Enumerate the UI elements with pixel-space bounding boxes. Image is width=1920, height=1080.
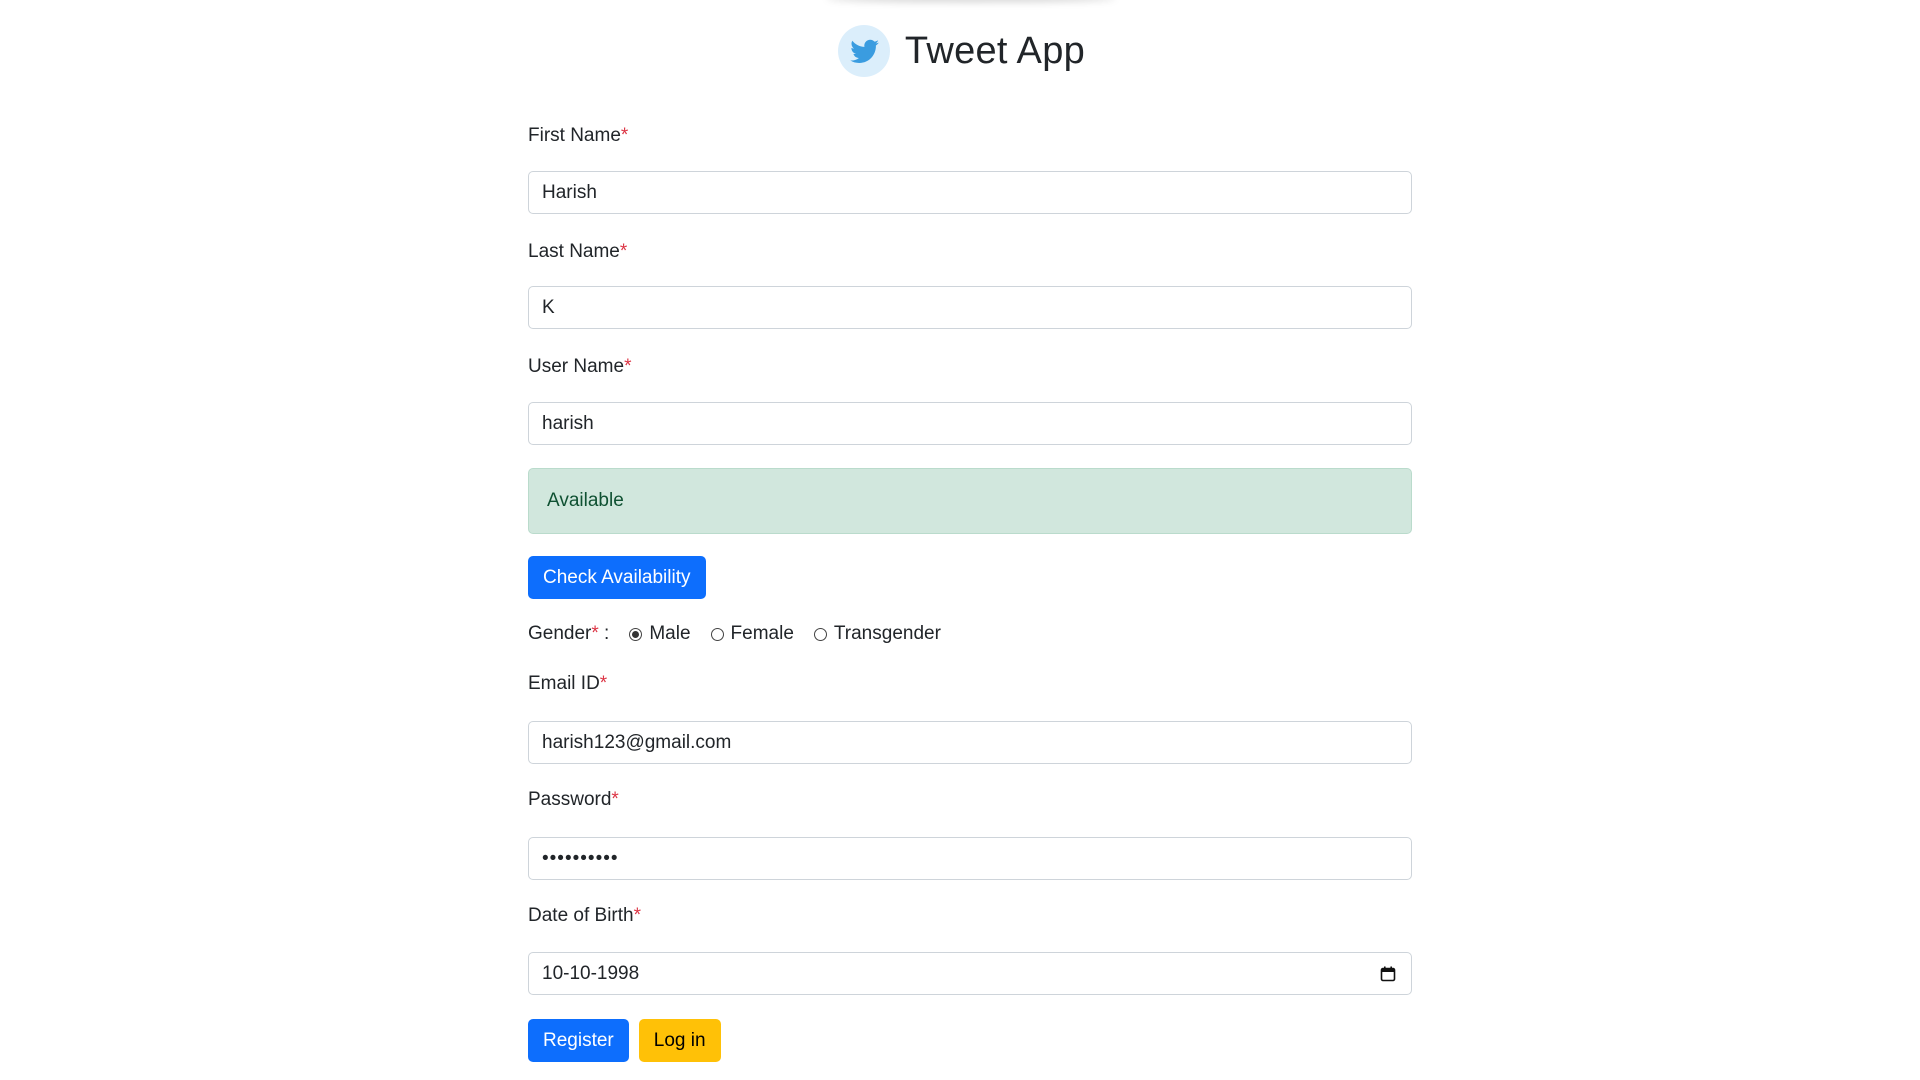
user-name-value: harish xyxy=(542,412,594,434)
gender-option-male[interactable]: Male xyxy=(629,623,691,645)
register-page: Tweet App First Name* Harish Last Name* … xyxy=(0,0,1920,1080)
gender-label: Gender* : xyxy=(528,623,609,645)
password-input[interactable]: •••••••••• xyxy=(528,837,1412,880)
password-value: •••••••••• xyxy=(542,847,619,869)
required-marker: * xyxy=(619,241,628,262)
gender-option-female-label: Female xyxy=(730,623,794,644)
login-button[interactable]: Log in xyxy=(638,1019,721,1062)
email-value: harish123@gmail.com xyxy=(542,731,732,753)
required-marker: * xyxy=(633,905,642,926)
register-button[interactable]: Register xyxy=(528,1019,629,1062)
email-label-text: Email ID xyxy=(528,673,600,694)
form-actions: Register Log in xyxy=(528,1019,721,1062)
app-title: Tweet App xyxy=(904,29,1086,72)
gender-separator: : xyxy=(598,623,610,644)
gender-option-transgender[interactable]: Transgender xyxy=(813,623,941,645)
gender-option-male-label: Male xyxy=(649,623,691,644)
last-name-value: K xyxy=(542,296,555,318)
required-marker: * xyxy=(591,623,599,644)
last-name-label: Last Name* xyxy=(528,240,627,264)
dob-label: Date of Birth* xyxy=(528,904,641,928)
required-marker: * xyxy=(620,125,629,146)
first-name-value: Harish xyxy=(542,181,597,203)
last-name-input[interactable]: K xyxy=(528,286,1412,329)
app-header: Tweet App xyxy=(0,22,1920,80)
email-label: Email ID* xyxy=(528,672,607,696)
required-marker: * xyxy=(624,356,632,377)
dob-value: 10-10-1998 xyxy=(542,962,640,984)
radio-male[interactable] xyxy=(629,627,643,641)
radio-transgender[interactable] xyxy=(813,627,827,641)
gender-option-transgender-label: Transgender xyxy=(833,623,941,644)
required-marker: * xyxy=(599,673,608,694)
gender-label-text: Gender xyxy=(528,623,592,644)
gender-option-female[interactable]: Female xyxy=(710,623,794,645)
dob-label-text: Date of Birth xyxy=(528,905,634,926)
password-label: Password* xyxy=(528,788,619,812)
first-name-input[interactable]: Harish xyxy=(528,171,1412,214)
user-name-input[interactable]: harish xyxy=(528,402,1412,445)
availability-alert: Available xyxy=(528,468,1412,534)
dob-input[interactable]: 10-10-1998 xyxy=(528,952,1412,995)
radio-female[interactable] xyxy=(710,627,724,641)
calendar-icon[interactable] xyxy=(1378,964,1398,984)
user-name-label: User Name* xyxy=(528,355,631,379)
last-name-label-text: Last Name xyxy=(528,241,620,262)
password-label-text: Password xyxy=(528,789,612,810)
user-name-label-text: User Name xyxy=(528,356,625,377)
first-name-label-text: First Name xyxy=(528,125,621,146)
twitter-bird-icon xyxy=(835,22,893,80)
first-name-label: First Name* xyxy=(528,124,628,148)
email-input[interactable]: harish123@gmail.com xyxy=(528,721,1412,764)
required-marker: * xyxy=(611,789,619,810)
check-availability-button[interactable]: Check Availability xyxy=(528,556,706,599)
gender-group: Gender* : Male Female Transgender xyxy=(528,622,961,646)
